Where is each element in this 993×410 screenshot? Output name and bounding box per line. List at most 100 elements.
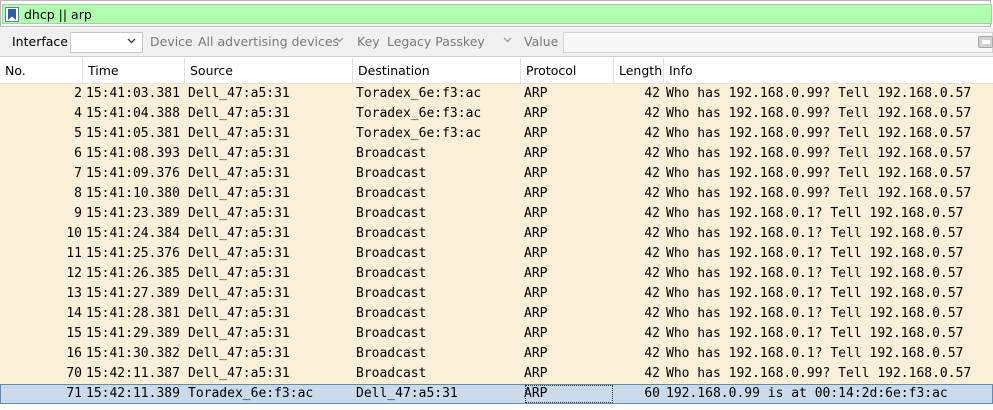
packet-length-cell: 42: [644, 206, 660, 221]
packet-protocol-cell: ARP: [524, 146, 548, 161]
packet-time-cell: 15:41:03.381: [86, 86, 180, 101]
packet-time-cell: 15:41:08.393: [86, 146, 180, 161]
packet-no-cell: 71: [66, 386, 82, 401]
packet-protocol-cell: ARP: [524, 366, 548, 381]
packet-info-cell: Who has 192.168.0.99? Tell 192.168.0.57: [666, 366, 972, 381]
packet-source-cell: Toradex_6e:f3:ac: [188, 386, 314, 401]
packet-source-cell: Dell_47:a5:31: [188, 346, 290, 361]
packet-no-cell: 6: [74, 146, 82, 161]
packet-protocol-cell: ARP: [524, 306, 548, 321]
packet-info-cell: Who has 192.168.0.99? Tell 192.168.0.57: [666, 126, 972, 141]
value-label: Value: [524, 34, 559, 49]
packet-no-cell: 8: [74, 186, 82, 201]
packet-length-cell: 42: [644, 106, 660, 121]
packet-row[interactable]: 7 15:41:09.376 Dell_47:a5:31 Broadcast ARP 42…: [0, 164, 993, 184]
packet-row[interactable]: 12 15:41:26.385 Dell_47:a5:31 Broadcast ARP 4…: [0, 264, 993, 284]
packet-no-cell: 70: [66, 366, 82, 381]
interface-select[interactable]: [70, 32, 143, 53]
interface-label: Interface: [12, 34, 68, 49]
packet-time-cell: 15:41:05.381: [86, 126, 180, 141]
packet-length-cell: 42: [644, 146, 660, 161]
packet-no-cell: 11: [66, 246, 82, 261]
display-filter-input[interactable]: dhcp || arp: [2, 4, 992, 24]
packet-info-cell: Who has 192.168.0.1? Tell 192.168.0.57: [666, 266, 964, 281]
packet-source-cell: Dell_47:a5:31: [188, 186, 290, 201]
packet-destination-cell: Broadcast: [356, 186, 427, 201]
key-label: Key: [357, 34, 380, 49]
packet-row[interactable]: 71 15:42:11.389 Toradex_6e:f3:ac Dell_47:a5…: [0, 384, 993, 404]
packet-info-cell: Who has 192.168.0.99? Tell 192.168.0.57: [666, 146, 972, 161]
packet-info-cell: Who has 192.168.0.99? Tell 192.168.0.57: [666, 166, 972, 181]
packet-row[interactable]: 4 15:41:04.388 Dell_47:a5:31 Toradex_6e:f3:…: [0, 104, 993, 124]
column-header-length[interactable]: Length: [614, 58, 664, 84]
interface-toolbar: Interface Device All advertising devices…: [0, 28, 993, 57]
packet-source-cell: Dell_47:a5:31: [188, 306, 290, 321]
packet-info-cell: Who has 192.168.0.1? Tell 192.168.0.57: [666, 346, 964, 361]
packet-source-cell: Dell_47:a5:31: [188, 326, 290, 341]
packet-row[interactable]: 16 15:41:30.382 Dell_47:a5:31 Broadcast ARP 4…: [0, 344, 993, 364]
packet-destination-cell: Broadcast: [356, 326, 427, 341]
key-select[interactable]: Legacy Passkey: [382, 32, 518, 53]
column-header-info[interactable]: Info: [664, 58, 993, 84]
packet-time-cell: 15:42:11.387: [86, 366, 180, 381]
packet-length-cell: 42: [644, 186, 660, 201]
packet-info-cell: Who has 192.168.0.1? Tell 192.168.0.57: [666, 326, 964, 341]
packet-destination-cell: Broadcast: [356, 266, 427, 281]
column-header-destination[interactable]: Destination: [353, 58, 521, 84]
packet-list-header: No. Time Source Destination Protocol Len…: [0, 58, 993, 84]
packet-length-cell: 42: [644, 126, 660, 141]
packet-info-cell: Who has 192.168.0.99? Tell 192.168.0.57: [666, 106, 972, 121]
packet-destination-cell: Broadcast: [356, 346, 427, 361]
packet-row[interactable]: 70 15:42:11.387 Dell_47:a5:31 Broadcast ARP 4…: [0, 364, 993, 384]
packet-time-cell: 15:41:24.384: [86, 226, 180, 241]
column-header-source[interactable]: Source: [185, 58, 353, 84]
packet-list: 2 15:41:03.381 Dell_47:a5:31 Toradex_6e:f3:…: [0, 84, 993, 404]
bookmark-icon[interactable]: [5, 7, 19, 22]
display-filter-bar: dhcp || arp: [0, 0, 992, 27]
packet-row[interactable]: 6 15:41:08.393 Dell_47:a5:31 Broadcast ARP 42…: [0, 144, 993, 164]
packet-time-cell: 15:41:29.389: [86, 326, 180, 341]
packet-info-cell: Who has 192.168.0.1? Tell 192.168.0.57: [666, 306, 964, 321]
packet-protocol-cell: ARP: [524, 286, 548, 301]
column-header-protocol[interactable]: Protocol: [521, 58, 614, 84]
packet-destination-cell: Broadcast: [356, 246, 427, 261]
packet-no-cell: 5: [74, 126, 82, 141]
packet-time-cell: 15:42:11.389: [86, 386, 180, 401]
packet-source-cell: Dell_47:a5:31: [188, 286, 290, 301]
chevron-down-icon: [127, 38, 136, 44]
column-header-time[interactable]: Time: [83, 58, 185, 84]
packet-row[interactable]: 11 15:41:25.376 Dell_47:a5:31 Broadcast ARP 4…: [0, 244, 993, 264]
packet-row[interactable]: 13 15:41:27.389 Dell_47:a5:31 Broadcast ARP 4…: [0, 284, 993, 304]
packet-no-cell: 7: [74, 166, 82, 181]
packet-destination-cell: Broadcast: [356, 306, 427, 321]
packet-source-cell: Dell_47:a5:31: [188, 226, 290, 241]
column-header-no[interactable]: No.: [0, 58, 83, 84]
packet-info-cell: Who has 192.168.0.1? Tell 192.168.0.57: [666, 286, 964, 301]
packet-source-cell: Dell_47:a5:31: [188, 106, 290, 121]
packet-protocol-cell: ARP: [524, 246, 548, 261]
packet-time-cell: 15:41:30.382: [86, 346, 180, 361]
packet-destination-cell: Toradex_6e:f3:ac: [356, 106, 482, 121]
packet-destination-cell: Broadcast: [356, 146, 427, 161]
packet-destination-cell: Broadcast: [356, 166, 427, 181]
packet-protocol-cell: ARP: [524, 326, 548, 341]
packet-protocol-cell: ARP: [524, 126, 548, 141]
apply-button[interactable]: [978, 36, 993, 48]
packet-length-cell: 42: [644, 346, 660, 361]
chevron-down-icon: [503, 37, 512, 43]
packet-row[interactable]: 2 15:41:03.381 Dell_47:a5:31 Toradex_6e:f3:…: [0, 84, 993, 104]
packet-time-cell: 15:41:25.376: [86, 246, 180, 261]
value-input[interactable]: [563, 32, 993, 53]
packet-protocol-cell: ARP: [524, 384, 614, 404]
packet-row[interactable]: 15 15:41:29.389 Dell_47:a5:31 Broadcast ARP 4…: [0, 324, 993, 344]
packet-length-cell: 42: [644, 326, 660, 341]
packet-source-cell: Dell_47:a5:31: [188, 246, 290, 261]
packet-source-cell: Dell_47:a5:31: [188, 206, 290, 221]
packet-row[interactable]: 5 15:41:05.381 Dell_47:a5:31 Toradex_6e:f3:…: [0, 124, 993, 144]
packet-row[interactable]: 10 15:41:24.384 Dell_47:a5:31 Broadcast ARP 4…: [0, 224, 993, 244]
packet-row[interactable]: 8 15:41:10.380 Dell_47:a5:31 Broadcast ARP 42…: [0, 184, 993, 204]
packet-row[interactable]: 9 15:41:23.389 Dell_47:a5:31 Broadcast ARP 42…: [0, 204, 993, 224]
packet-protocol-cell: ARP: [524, 106, 548, 121]
packet-row[interactable]: 14 15:41:28.381 Dell_47:a5:31 Broadcast ARP 4…: [0, 304, 993, 324]
device-select[interactable]: All advertising devices: [193, 32, 350, 53]
